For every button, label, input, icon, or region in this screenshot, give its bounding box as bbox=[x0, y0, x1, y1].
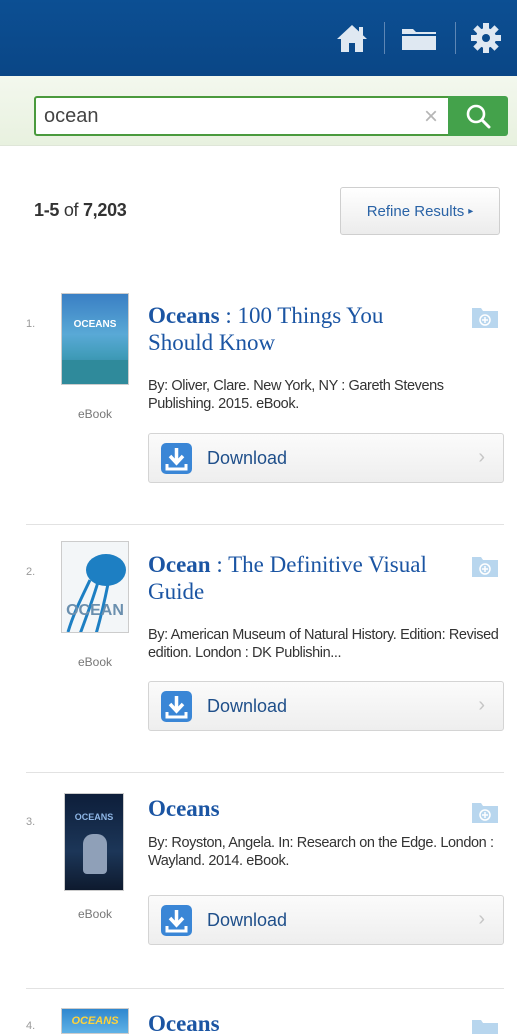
format-label: eBook bbox=[77, 907, 113, 921]
format-label: eBook bbox=[77, 407, 113, 421]
result-title-main: Oceans bbox=[148, 303, 220, 328]
chevron-right-icon: › bbox=[478, 446, 485, 468]
top-navigation-bar bbox=[0, 0, 517, 76]
result-number: 3. bbox=[26, 816, 36, 828]
download-label: Download bbox=[207, 448, 288, 468]
book-cover-image[interactable]: OCEANS bbox=[64, 793, 124, 891]
search-input[interactable] bbox=[36, 98, 396, 134]
result-title-main: Ocean bbox=[148, 552, 211, 577]
result-number: 2. bbox=[26, 566, 36, 578]
result-divider bbox=[26, 772, 504, 773]
result-title[interactable]: Oceans : 100 Things You Should Know bbox=[148, 302, 448, 356]
refine-results-button[interactable]: Refine Results ▸ bbox=[340, 187, 500, 235]
result-title[interactable]: Oceans bbox=[148, 1010, 448, 1034]
download-label: Download bbox=[207, 696, 288, 716]
result-title-main: Oceans bbox=[148, 796, 220, 821]
download-button[interactable]: Download › bbox=[148, 433, 504, 483]
header-separator bbox=[384, 22, 385, 54]
results-range: 1-5 bbox=[34, 200, 60, 220]
result-byline: By: Royston, Angela. In: Research on the… bbox=[148, 835, 494, 869]
cover-title: OCEANS bbox=[74, 812, 114, 822]
cover-title: OCEANS bbox=[73, 319, 117, 330]
result-title[interactable]: Oceans bbox=[148, 795, 448, 822]
search-button[interactable] bbox=[448, 96, 508, 136]
refine-results-label: Refine Results bbox=[366, 202, 465, 220]
result-title[interactable]: Ocean : The Definitive Visual Guide bbox=[148, 551, 448, 605]
result-divider bbox=[26, 988, 504, 989]
results-of-label: of bbox=[63, 200, 79, 220]
download-icon bbox=[161, 905, 192, 936]
add-to-folder-icon[interactable] bbox=[470, 1016, 500, 1034]
caret-right-icon: ▸ bbox=[468, 205, 474, 217]
book-cover-image[interactable]: OCEANS bbox=[61, 1008, 129, 1034]
download-icon bbox=[161, 691, 192, 722]
chevron-right-icon: › bbox=[478, 694, 485, 716]
results-count: 1-5 of 7,203 bbox=[34, 200, 127, 221]
add-to-folder-icon[interactable] bbox=[470, 799, 500, 825]
result-title-main: Oceans bbox=[148, 1011, 220, 1034]
folder-icon[interactable] bbox=[396, 18, 442, 58]
download-label: Download bbox=[207, 910, 288, 930]
format-label: eBook bbox=[77, 655, 113, 669]
download-button[interactable]: Download › bbox=[148, 895, 504, 945]
result-number: 1. bbox=[26, 318, 36, 330]
clear-search-icon[interactable]: × bbox=[416, 102, 446, 132]
chevron-right-icon: › bbox=[478, 908, 485, 930]
results-total: 7,203 bbox=[82, 200, 127, 220]
add-to-folder-icon[interactable] bbox=[470, 304, 500, 330]
result-byline: By: Oliver, Clare. New York, NY : Gareth… bbox=[148, 378, 444, 412]
book-cover-image[interactable]: OCEANS bbox=[61, 293, 129, 385]
book-cover-image[interactable]: OCEAN bbox=[61, 541, 129, 633]
result-number: 4. bbox=[26, 1020, 36, 1032]
home-icon[interactable] bbox=[332, 18, 372, 58]
search-box: × bbox=[34, 96, 508, 136]
download-icon bbox=[161, 443, 192, 474]
result-divider bbox=[26, 524, 504, 525]
cover-title: OCEAN bbox=[66, 602, 124, 619]
cover-title: OCEANS bbox=[71, 1015, 119, 1027]
download-button[interactable]: Download › bbox=[148, 681, 504, 731]
result-byline: By: American Museum of Natural History. … bbox=[148, 627, 499, 661]
add-to-folder-icon[interactable] bbox=[470, 553, 500, 579]
header-separator bbox=[455, 22, 456, 54]
search-icon bbox=[466, 104, 491, 129]
gear-icon[interactable] bbox=[466, 18, 506, 58]
